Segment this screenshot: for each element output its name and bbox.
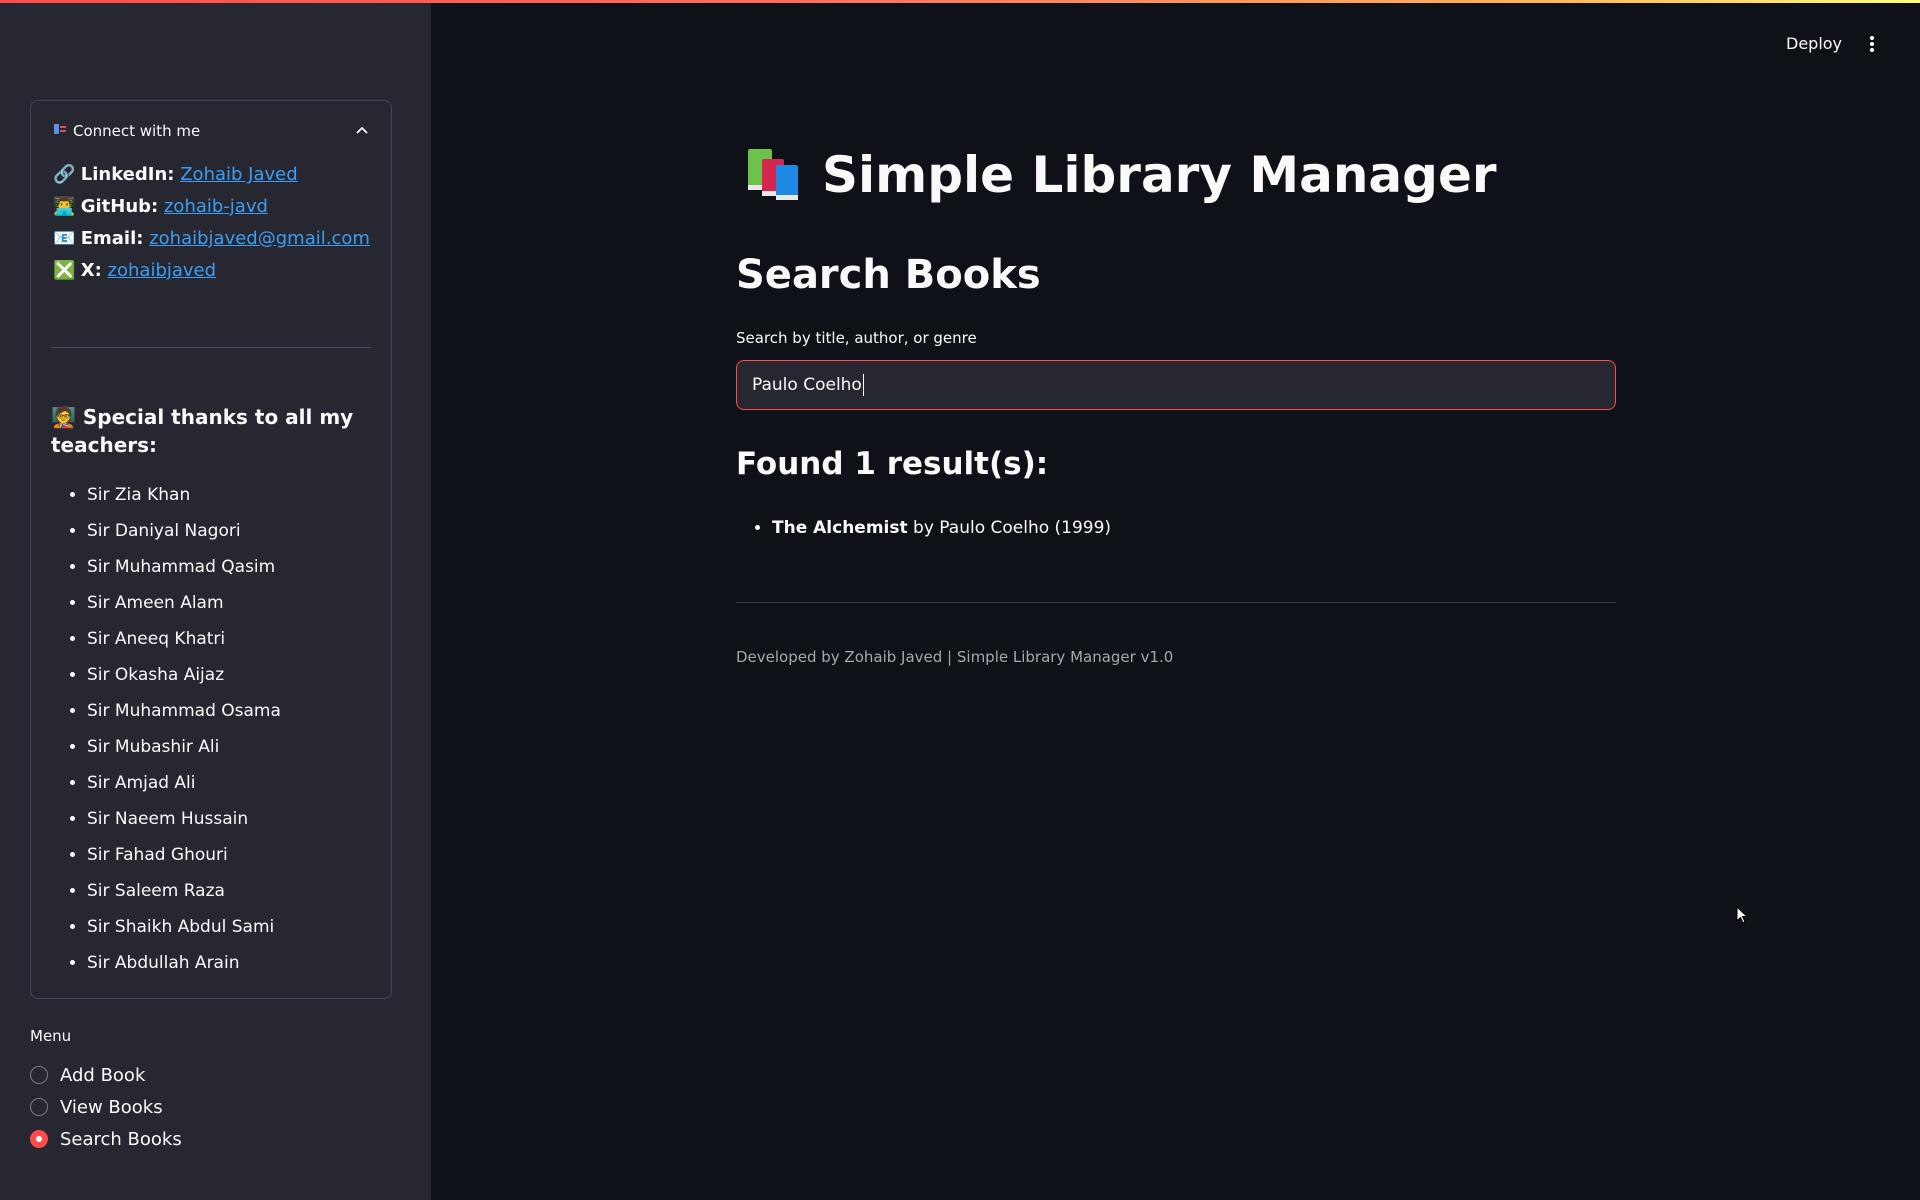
page-title-text: Simple Library Manager [822, 146, 1497, 204]
list-item: Sir Saleem Raza [87, 873, 281, 909]
connect-icon [53, 122, 67, 140]
page-title: Simple Library Manager [744, 146, 1497, 204]
kebab-vertical-icon[interactable] [1862, 34, 1882, 54]
radio-add-book[interactable]: Add Book [30, 1059, 182, 1091]
search-input[interactable]: Paulo Coelho [736, 360, 1616, 410]
link-icon: 🔗 [53, 164, 76, 185]
divider [51, 347, 371, 348]
list-item: Sir Muhammad Qasim [87, 549, 281, 585]
contact-label: LinkedIn: [80, 164, 175, 185]
radio-label: View Books [60, 1096, 163, 1118]
list-item: Sir Naeem Hussain [87, 801, 281, 837]
menu-radio-group: Add Book View Books Search Books [30, 1059, 182, 1155]
radio-label: Search Books [60, 1128, 182, 1150]
connect-expander: Connect with me 🔗 LinkedIn: Zohaib Javed… [30, 100, 392, 999]
top-decoration-bar [0, 0, 1920, 3]
contact-list: 🔗 LinkedIn: Zohaib Javed 👨‍💻 GitHub: zoh… [53, 159, 370, 287]
list-item: Sir Mubashir Ali [87, 729, 281, 765]
email-icon: 📧 [53, 228, 76, 249]
list-item: Sir Aneeq Khatri [87, 621, 281, 657]
contact-label: Email: [80, 228, 144, 249]
search-label: Search by title, author, or genre [736, 329, 977, 347]
results-list: The Alchemist by Paulo Coelho (1999) [736, 510, 1111, 546]
expander-title: Connect with me [73, 122, 201, 140]
list-item: Sir Daniyal Nagori [87, 513, 281, 549]
contact-linkedin: 🔗 LinkedIn: Zohaib Javed [53, 159, 370, 191]
thanks-heading: 🧑‍🏫 Special thanks to all my teachers: [51, 403, 371, 459]
results-heading: Found 1 result(s): [736, 446, 1049, 482]
chevron-up-icon[interactable] [353, 122, 371, 140]
list-item: Sir Abdullah Arain [87, 945, 281, 981]
list-item: Sir Ameen Alam [87, 585, 281, 621]
list-item: Sir Muhammad Osama [87, 693, 281, 729]
footer-text: Developed by Zohaib Javed | Simple Libra… [736, 648, 1174, 666]
list-item: Sir Fahad Ghouri [87, 837, 281, 873]
thanks-heading-text: Special thanks to all my teachers: [51, 405, 354, 457]
email-link[interactable]: zohaibjaved@gmail.com [149, 228, 370, 249]
radio-button[interactable] [30, 1066, 48, 1084]
books-icon [744, 147, 804, 203]
github-link[interactable]: zohaib-javd [164, 196, 268, 217]
expander-title-group: Connect with me [53, 122, 200, 140]
linkedin-link[interactable]: Zohaib Javed [180, 164, 297, 185]
result-details: by Paulo Coelho (1999) [907, 518, 1112, 538]
x-link[interactable]: zohaibjaved [108, 260, 217, 281]
contact-x: ❎ X: zohaibjaved [53, 255, 370, 287]
contact-label: X: [80, 260, 102, 281]
radio-label: Add Book [60, 1064, 146, 1086]
radio-view-books[interactable]: View Books [30, 1091, 182, 1123]
list-item: Sir Shaikh Abdul Sami [87, 909, 281, 945]
radio-button[interactable] [30, 1098, 48, 1116]
teacher-list: Sir Zia Khan Sir Daniyal Nagori Sir Muha… [51, 477, 281, 981]
mouse-cursor-icon [1736, 905, 1749, 924]
list-item: Sir Okasha Aijaz [87, 657, 281, 693]
radio-search-books[interactable]: Search Books [30, 1123, 182, 1155]
text-caret [862, 374, 864, 396]
expander-header[interactable]: Connect with me [53, 119, 371, 143]
result-item: The Alchemist by Paulo Coelho (1999) [772, 510, 1111, 546]
developer-icon: 👨‍💻 [53, 196, 76, 217]
search-input-value: Paulo Coelho [752, 375, 862, 395]
contact-email: 📧 Email: zohaibjaved@gmail.com [53, 223, 370, 255]
divider [736, 602, 1616, 603]
list-item: Sir Zia Khan [87, 477, 281, 513]
teacher-icon: 🧑‍🏫 [51, 405, 76, 429]
sidebar: Connect with me 🔗 LinkedIn: Zohaib Javed… [0, 0, 431, 1200]
menu-label: Menu [30, 1027, 72, 1045]
contact-label: GitHub: [80, 196, 159, 217]
x-icon: ❎ [53, 260, 76, 281]
deploy-button[interactable]: Deploy [1786, 34, 1842, 53]
list-item: Sir Amjad Ali [87, 765, 281, 801]
contact-github: 👨‍💻 GitHub: zohaib-javd [53, 191, 370, 223]
result-title: The Alchemist [772, 518, 908, 538]
radio-button-selected[interactable] [30, 1130, 48, 1148]
section-title: Search Books [736, 252, 1041, 298]
